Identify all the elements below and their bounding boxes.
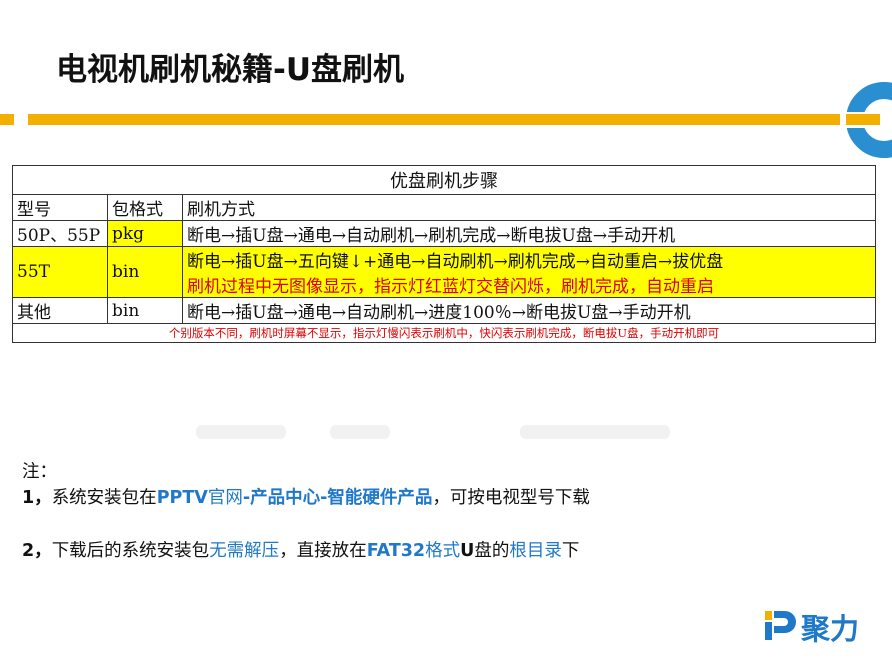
flash-steps-table: 优盘刷机步骤 型号 包格式 刷机方式 50P、55P pkg 断电→插U盘→通电…	[12, 165, 876, 343]
column-header-method: 刷机方式	[182, 194, 876, 221]
cell-format: bin	[107, 297, 183, 324]
pptv-logo-icon	[765, 611, 796, 640]
cell-model: 50P、55P	[12, 220, 108, 247]
cell-format: pkg	[107, 220, 183, 247]
table-footnote: 个别版本不同，刷机时屏幕不显示，指示灯慢闪表示刷机中，快闪表示刷机完成，断电拔U…	[12, 323, 876, 343]
note-item-2: 2，下载后的系统安装包无需解压，直接放在FAT32格式U盘的根目录下	[22, 541, 580, 561]
cell-model: 55T	[12, 246, 108, 298]
cell-model: 其他	[12, 297, 108, 324]
accent-bar	[28, 114, 870, 125]
faded-text	[196, 425, 286, 439]
column-header-format: 包格式	[107, 194, 183, 221]
cell-method: 断电→插U盘→五向键↓+通电→自动刷机→刷机完成→自动重启→拔优盘 刷机过程中无…	[182, 246, 876, 298]
method-steps: 断电→插U盘→五向键↓+通电→自动刷机→刷机完成→自动重启→拔优盘	[187, 252, 724, 272]
accent-bar-left	[0, 114, 14, 125]
table-heading: 优盘刷机步骤	[12, 165, 876, 195]
column-header-model: 型号	[12, 194, 108, 221]
table-row: 其他 bin 断电→插U盘→通电→自动刷机→进度100％→断电拔U盘→手动开机	[12, 297, 876, 324]
cell-format: bin	[107, 246, 183, 298]
faded-text	[330, 425, 390, 439]
faded-text	[520, 425, 670, 439]
pptv-link: PPTV	[156, 488, 208, 508]
table-row: 55T bin 断电→插U盘→五向键↓+通电→自动刷机→刷机完成→自动重启→拔优…	[12, 246, 876, 298]
brand-name: 聚力	[801, 612, 860, 646]
brand-logo: 聚力	[763, 606, 873, 646]
page-title: 电视机刷机秘籍-U盘刷机	[56, 52, 405, 88]
cell-method: 断电→插U盘→通电→自动刷机→刷机完成→断电拔U盘→手动开机	[182, 220, 876, 247]
method-warning: 刷机过程中无图像显示，指示灯红蓝灯交替闪烁，刷机完成，自动重启	[187, 277, 714, 297]
note-item-1: 1，系统安装包在PPTV官网-产品中心-智能硬件产品，可按电视型号下载	[22, 488, 590, 508]
cell-method: 断电→插U盘→通电→自动刷机→进度100％→断电拔U盘→手动开机	[182, 297, 876, 324]
notes-label: 注：	[22, 462, 57, 482]
table-row: 50P、55P pkg 断电→插U盘→通电→自动刷机→刷机完成→断电拔U盘→手动…	[12, 220, 876, 247]
